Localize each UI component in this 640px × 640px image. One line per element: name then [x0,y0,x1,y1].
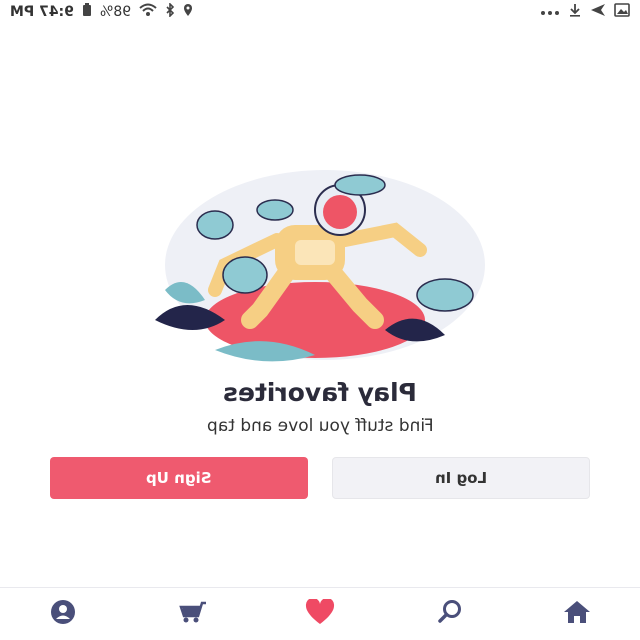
send-icon [590,3,606,21]
status-bar-right [540,3,630,21]
search-icon [437,599,463,629]
nav-cart[interactable] [178,600,208,628]
bluetooth-icon [165,2,175,21]
image-icon [614,3,630,21]
nav-home[interactable] [562,599,592,629]
location-icon [183,3,193,21]
more-dots-icon [540,4,560,20]
battery-text: 98% [99,4,132,20]
hero-illustration [155,170,485,380]
profile-icon [50,599,76,629]
nav-profile[interactable] [48,599,78,629]
log-in-button[interactable]: Log In [332,457,590,499]
sign-up-button[interactable]: Sign Up [50,457,308,499]
bottom-nav [0,587,640,640]
nav-favorites[interactable] [305,597,335,629]
page-subtitle-text: Find stuff you love and tap [206,416,434,436]
time-text: 9:47 PM [10,4,74,20]
battery-icon [82,3,92,21]
sign-up-label: Sign Up [146,469,212,487]
heart-icon [305,597,335,629]
download-icon [568,3,582,21]
nav-search[interactable] [435,599,465,629]
log-in-label: Log In [434,469,488,487]
page-subtitle: Find stuff you love and tap [0,416,640,436]
wifi-icon [139,3,157,21]
page-title-text: Play favorites [223,378,417,407]
cart-icon [178,600,208,628]
status-bar: 9:47 PM 98% [0,0,640,24]
home-icon [562,599,592,629]
status-bar-left: 9:47 PM 98% [10,2,193,21]
page-title: Play favorites [0,378,640,407]
